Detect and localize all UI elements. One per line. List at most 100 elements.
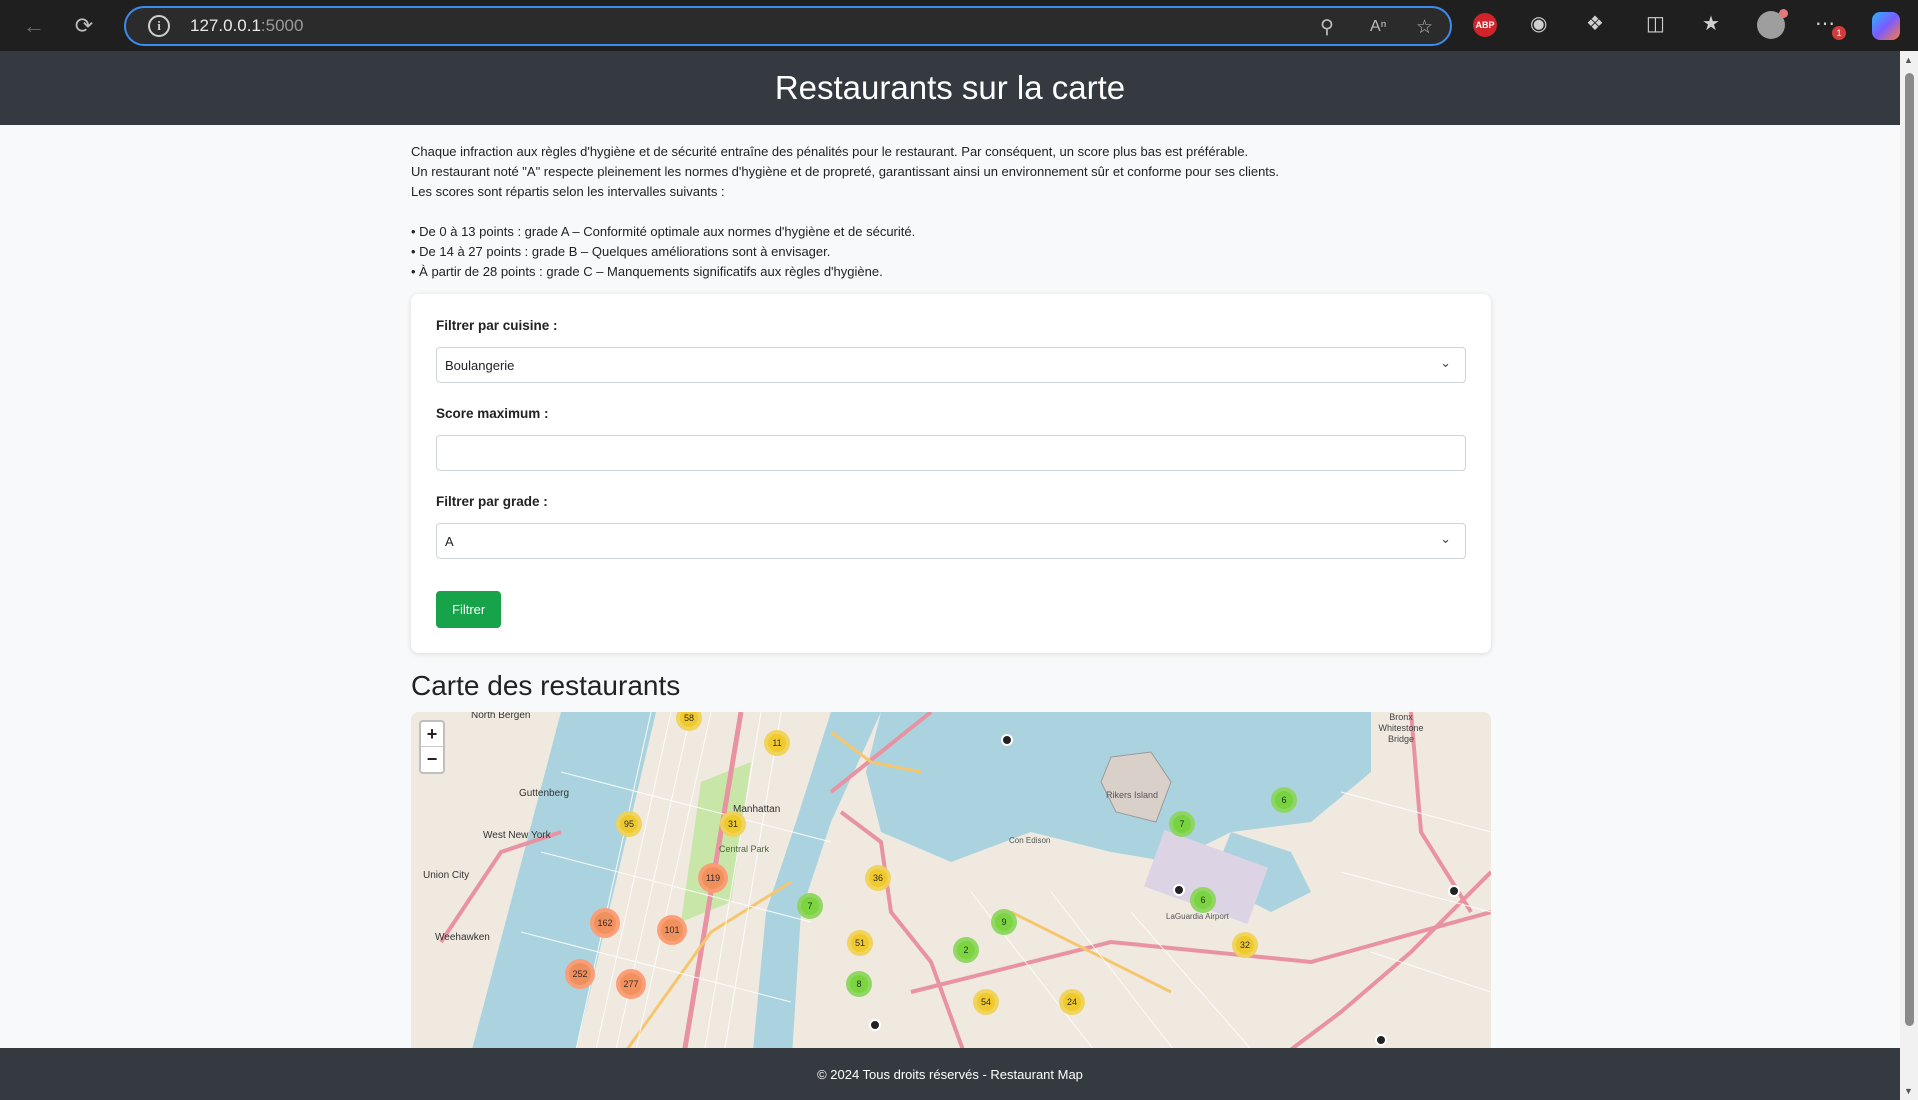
cuisine-label: Filtrer par cuisine : (436, 318, 558, 333)
marker-cluster[interactable]: 11 (764, 730, 790, 756)
cuisine-select[interactable]: Boulangerie ⌄ (436, 347, 1466, 383)
scrollbar-thumb[interactable] (1905, 73, 1914, 1026)
zoom-out-button[interactable]: − (421, 747, 443, 772)
favorite-star-icon[interactable]: ☆ (1416, 16, 1433, 39)
marker-cluster-count: 8 (850, 975, 868, 993)
page-footer: © 2024 Tous droits réservés - Restaurant… (0, 1048, 1900, 1100)
score-input[interactable] (436, 435, 1466, 471)
marker-cluster[interactable]: 7 (797, 893, 823, 919)
marker-cluster-count: 101 (661, 919, 683, 941)
marker-cluster-count: 24 (1063, 993, 1081, 1011)
marker-cluster-count: 252 (569, 963, 591, 985)
marker-cluster-count: 6 (1275, 791, 1293, 809)
marker-cluster-count: 277 (620, 973, 642, 995)
chevron-down-icon: ⌄ (1440, 355, 1451, 370)
back-icon[interactable]: ← (14, 6, 54, 46)
grade-bullet: • À partir de 28 points : grade C – Manq… (411, 264, 883, 279)
marker-cluster[interactable]: 8 (846, 971, 872, 997)
grade-label: Filtrer par grade : (436, 494, 548, 509)
grade-select[interactable]: A ⌄ (436, 523, 1466, 559)
zoom-in-button[interactable]: + (421, 722, 443, 747)
profile-avatar[interactable] (1757, 9, 1788, 39)
grade-select-value: A (445, 533, 454, 549)
intro-line: Les scores sont répartis selon les inter… (411, 184, 725, 199)
footer-text: © 2024 Tous droits réservés - Restaurant… (817, 1066, 1083, 1082)
grade-bullet: • De 0 à 13 points : grade A – Conformit… (411, 224, 916, 239)
marker-cluster-count: 11 (768, 734, 786, 752)
marker-cluster[interactable]: 31 (720, 811, 746, 837)
browser-toolbar: ← ⟳ i 127.0.0.1:5000 ⚲ Aⁿ ☆ ABP ◉ ❖ ◫ ★ … (0, 0, 1918, 51)
marker-cluster-count: 9 (995, 913, 1013, 931)
marker-cluster[interactable]: 24 (1059, 989, 1085, 1015)
restaurant-marker[interactable] (1001, 734, 1013, 746)
restaurant-marker[interactable] (1375, 1034, 1387, 1046)
intro-text: Chaque infraction aux règles d'hygiène e… (411, 142, 1491, 282)
site-info-icon[interactable]: i (148, 15, 170, 37)
extensions-puzzle-icon[interactable]: ❖ (1586, 11, 1604, 36)
restaurant-marker[interactable] (1448, 885, 1460, 897)
map-place-label: LaGuardia Airport (1166, 912, 1229, 921)
main-content: Chaque infraction aux règles d'hygiène e… (411, 125, 1491, 1072)
reload-icon[interactable]: ⟳ (64, 6, 104, 46)
marker-cluster-count: 31 (724, 815, 742, 833)
marker-cluster[interactable]: 162 (590, 908, 620, 938)
map-place-label: North Bergen (471, 712, 531, 721)
zoom-control: + − (419, 720, 445, 774)
marker-cluster-count: 2 (957, 941, 975, 959)
url-text[interactable]: 127.0.0.1:5000 (190, 16, 303, 36)
marker-cluster-count: 36 (869, 869, 887, 887)
marker-cluster[interactable]: 252 (565, 959, 595, 989)
marker-cluster-count: 7 (801, 897, 819, 915)
marker-cluster[interactable]: 119 (698, 863, 728, 893)
map-place-label: Union City (423, 870, 470, 881)
marker-cluster[interactable]: 6 (1271, 787, 1297, 813)
marker-cluster[interactable]: 2 (953, 937, 979, 963)
restaurant-marker[interactable] (869, 1019, 881, 1031)
marker-cluster[interactable]: 95 (616, 811, 642, 837)
marker-cluster-count: 7 (1173, 815, 1191, 833)
scroll-down-icon[interactable]: ▼ (1904, 1086, 1913, 1096)
marker-cluster-count: 32 (1236, 936, 1254, 954)
marker-cluster[interactable]: 9 (991, 909, 1017, 935)
marker-cluster-count: 119 (702, 867, 724, 889)
marker-cluster-count: 95 (620, 815, 638, 833)
page-header: Restaurants sur la carte (0, 51, 1900, 125)
filter-button[interactable]: Filtrer (436, 591, 502, 628)
page-title: Restaurants sur la carte (774, 69, 1126, 106)
map-place-label: Central Park (719, 844, 770, 854)
map-place-label: Con Edison (1009, 836, 1051, 845)
marker-cluster[interactable]: 32 (1232, 932, 1258, 958)
vertical-scrollbar[interactable]: ▲ ▼ (1900, 51, 1918, 1100)
marker-cluster-count: 58 (680, 712, 698, 727)
map-place-label: Rikers Island (1106, 790, 1159, 800)
notification-badge: 1 (1832, 26, 1846, 40)
marker-cluster[interactable]: 36 (865, 865, 891, 891)
marker-cluster[interactable]: 277 (616, 969, 646, 999)
map-title: Carte des restaurants (411, 670, 681, 701)
marker-cluster[interactable]: 51 (847, 930, 873, 956)
read-aloud-icon[interactable]: Aⁿ (1370, 18, 1387, 36)
map-place-label: Weehawken (435, 932, 490, 943)
restaurant-marker[interactable] (1173, 884, 1185, 896)
favorites-icon[interactable]: ★ (1702, 11, 1720, 36)
restaurant-map[interactable]: North Bergen Guttenberg West New York Un… (411, 712, 1491, 1072)
marker-cluster[interactable]: 101 (657, 915, 687, 945)
map-place-label: West New York (483, 830, 551, 841)
map-tiles (411, 712, 1491, 1072)
intro-line: Chaque infraction aux règles d'hygiène e… (411, 144, 1249, 159)
zoom-icon[interactable]: ⚲ (1320, 16, 1334, 39)
address-bar[interactable]: i 127.0.0.1:5000 ⚲ Aⁿ ☆ (124, 6, 1452, 46)
marker-cluster[interactable]: 54 (973, 989, 999, 1015)
split-screen-icon[interactable]: ◫ (1646, 11, 1665, 36)
marker-cluster-count: 54 (977, 993, 995, 1011)
marker-cluster-count: 51 (851, 934, 869, 952)
map-place-label: Guttenberg (519, 788, 570, 799)
map-place-label: Bronx Whitestone Bridge (1378, 712, 1424, 744)
marker-cluster[interactable]: 6 (1190, 887, 1216, 913)
scroll-up-icon[interactable]: ▲ (1904, 55, 1913, 65)
extension-icon[interactable]: ◉ (1530, 11, 1547, 36)
copilot-icon[interactable] (1872, 12, 1900, 40)
marker-cluster[interactable]: 7 (1169, 811, 1195, 837)
cuisine-select-value: Boulangerie (445, 357, 515, 373)
adblock-icon[interactable]: ABP (1473, 13, 1497, 37)
